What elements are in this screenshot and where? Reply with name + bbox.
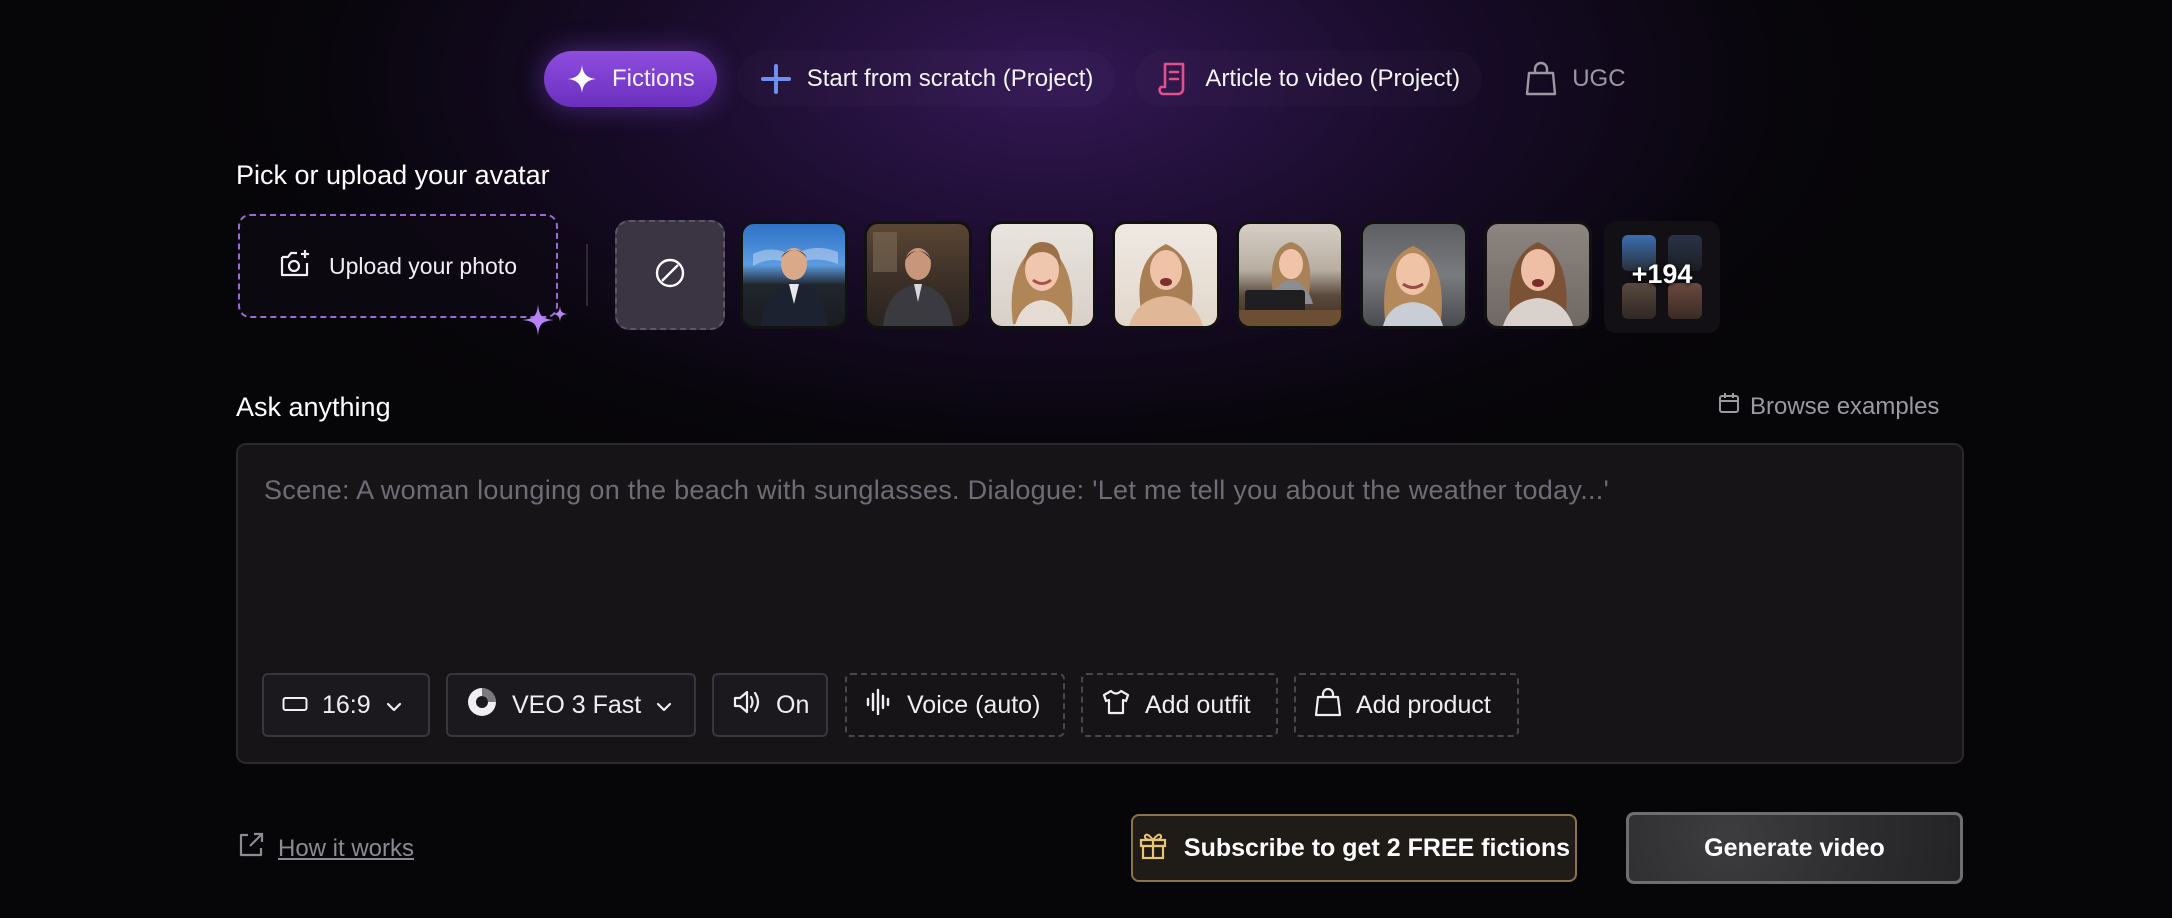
no-avatar-option[interactable] xyxy=(615,220,725,330)
tab-ugc[interactable]: UGC xyxy=(1502,51,1647,107)
plus-icon xyxy=(759,62,793,96)
voice-select[interactable]: Voice (auto) xyxy=(845,673,1065,737)
more-avatars-count: +194 xyxy=(1631,259,1693,289)
add-product-label: Add product xyxy=(1356,690,1491,719)
tab-label: UGC xyxy=(1572,65,1626,92)
upload-photo-button[interactable]: Upload your photo xyxy=(238,214,558,318)
tab-start-from-scratch[interactable]: Start from scratch (Project) xyxy=(737,51,1116,107)
avatar-option[interactable] xyxy=(1360,221,1468,329)
camera-plus-icon xyxy=(279,248,311,284)
calendar-icon xyxy=(1718,392,1740,421)
avatar-option[interactable] xyxy=(740,221,848,329)
how-it-works-label: How it works xyxy=(278,834,415,862)
external-link-icon xyxy=(236,830,266,867)
add-product-button[interactable]: Add product xyxy=(1294,673,1519,737)
avatar-option[interactable] xyxy=(864,221,972,329)
shirt-icon xyxy=(1101,689,1131,722)
shopping-bag-icon xyxy=(1524,61,1558,97)
how-it-works-link[interactable]: How it works xyxy=(236,830,414,867)
voice-value: Voice (auto) xyxy=(907,690,1041,719)
tab-article-to-video[interactable]: Article to video (Project) xyxy=(1135,51,1482,107)
avatar-section-title: Pick or upload your avatar xyxy=(236,160,550,190)
mode-tabs: Fictions Start from scratch (Project) Ar… xyxy=(544,48,1648,110)
add-outfit-label: Add outfit xyxy=(1145,690,1251,719)
speaker-icon xyxy=(732,688,762,723)
avatar-option[interactable] xyxy=(1484,221,1592,329)
waveform-icon xyxy=(865,688,893,723)
audio-value: On xyxy=(776,690,810,719)
chevron-down-icon xyxy=(655,691,673,720)
audio-toggle[interactable]: On xyxy=(712,673,828,737)
aspect-ratio-value: 16:9 xyxy=(322,690,371,719)
aspect-ratio-select[interactable]: 16:9 xyxy=(262,673,430,737)
subscribe-label: Subscribe to get 2 FREE fictions xyxy=(1183,833,1571,862)
subscribe-button[interactable]: Subscribe to get 2 FREE fictions xyxy=(1131,814,1577,882)
model-select[interactable]: VEO 3 Fast xyxy=(446,673,696,737)
tab-label: Article to video (Project) xyxy=(1205,65,1461,92)
prompt-input[interactable] xyxy=(262,473,1926,617)
sparkle-icon xyxy=(566,63,598,95)
browse-examples-button[interactable]: Browse examples xyxy=(1718,392,1939,421)
avatar-divider xyxy=(586,244,588,306)
sparkle-decoration-icon xyxy=(518,300,574,349)
prompt-section-title: Ask anything xyxy=(236,392,391,422)
gift-icon xyxy=(1138,830,1168,867)
avatar-option[interactable] xyxy=(988,221,1096,329)
browse-examples-label: Browse examples xyxy=(1750,392,1940,420)
generate-video-label: Generate video xyxy=(1704,833,1885,862)
tab-fictions[interactable]: Fictions xyxy=(544,51,717,107)
aspect-ratio-icon xyxy=(282,691,308,720)
upload-photo-label: Upload your photo xyxy=(329,252,517,279)
generate-video-button[interactable]: Generate video xyxy=(1626,812,1963,884)
avatar-option[interactable] xyxy=(1112,221,1220,329)
avatar-option[interactable] xyxy=(1236,221,1344,329)
shopping-bag-icon xyxy=(1314,687,1342,724)
chevron-down-icon xyxy=(385,691,403,720)
model-logo-icon xyxy=(466,686,498,725)
model-value: VEO 3 Fast xyxy=(512,690,642,719)
tab-label: Start from scratch (Project) xyxy=(806,65,1094,92)
more-avatars-button[interactable]: +194 xyxy=(1604,221,1720,333)
add-outfit-button[interactable]: Add outfit xyxy=(1081,673,1278,737)
tab-label: Fictions xyxy=(612,65,695,92)
prohibited-icon xyxy=(653,256,687,295)
document-icon xyxy=(1157,61,1191,97)
